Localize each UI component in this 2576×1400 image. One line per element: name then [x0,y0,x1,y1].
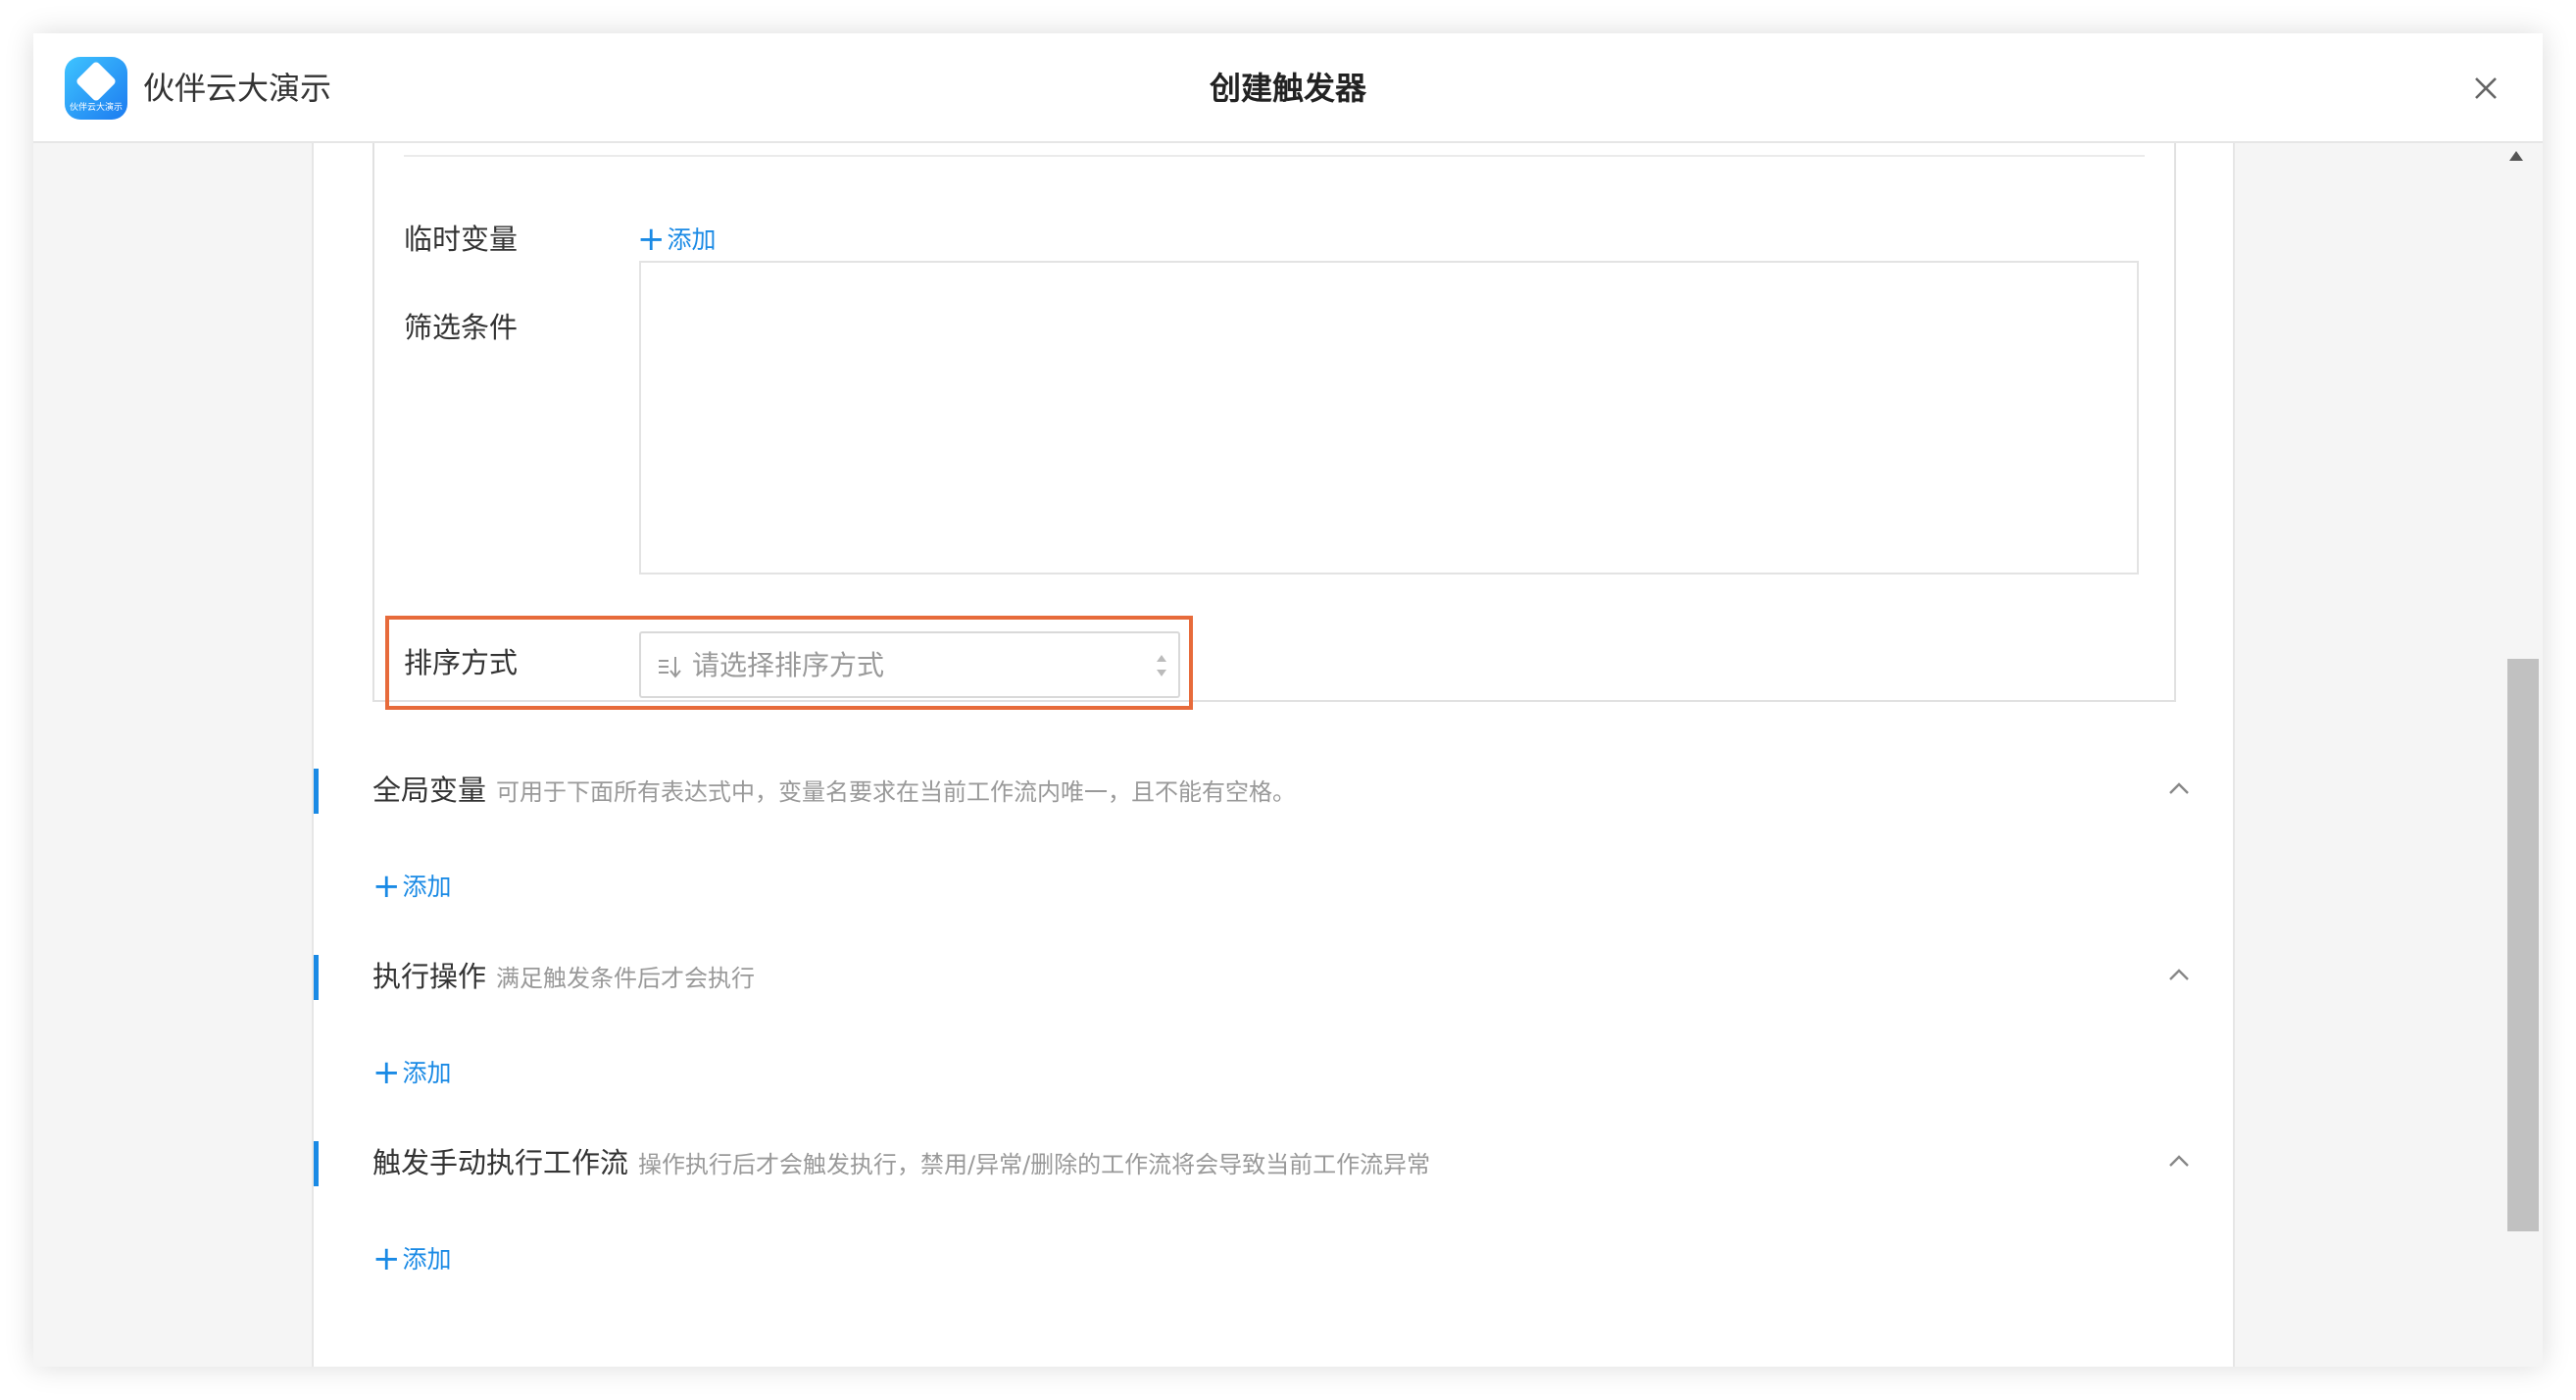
temp-var-label: 临时变量 [404,223,519,256]
add-workflow-button[interactable]: +添加 [372,1241,452,1277]
condition-label: 筛选条件 [404,311,519,344]
add-global-variable-button[interactable]: +添加 [372,869,452,905]
section-marker [314,1141,319,1186]
select-arrows-icon [1157,655,1166,676]
plus-icon: + [372,867,401,906]
plus-icon: + [637,220,666,259]
scrollbar-thumb[interactable] [2507,659,2539,1231]
section-title: 执行操作 [372,960,487,993]
add-action-label: 添加 [402,1059,452,1087]
add-temp-var-label: 添加 [667,225,717,254]
section-title: 全局变量 [372,774,487,807]
sort-select[interactable]: 请选择排序方式 [639,631,1180,698]
close-button[interactable] [2466,69,2505,108]
plus-icon: + [372,1053,401,1092]
section-description: 满足触发条件后才会执行 [496,965,756,992]
section-global-variables: 全局变量 可用于下面所有表达式中，变量名要求在当前工作流内唯一，且不能有空格。 [314,761,2233,820]
sort-label: 排序方式 [404,646,519,679]
section-manual-workflow: 触发手动执行工作流 操作执行后才会触发执行，禁用/异常/删除的工作流将会导致当前工… [314,1133,2233,1192]
dialog-window: 伙伴云大演示 伙伴云大演示 创建触发器 临时变量 +添加 筛选条件 排序方式 请… [33,33,2543,1367]
section-description: 可用于下面所有表达式中，变量名要求在当前工作流内唯一，且不能有空格。 [496,778,1297,806]
sort-icon [659,657,681,678]
section-marker [314,955,319,1000]
chevron-up-icon[interactable] [2166,778,2192,798]
condition-editor[interactable] [639,261,2139,575]
section-header: 触发手动执行工作流 操作执行后才会触发执行，禁用/异常/删除的工作流将会导致当前工… [372,1143,1430,1184]
section-actions: 执行操作 满足触发条件后才会执行 [314,947,2233,1006]
chevron-up-icon[interactable] [2166,1151,2192,1171]
dialog-content: 临时变量 +添加 筛选条件 排序方式 请选择排序方式 全局变量 可用于下面所有表… [312,143,2235,1367]
add-temp-var-button[interactable]: +添加 [637,222,717,258]
section-header: 全局变量 可用于下面所有表达式中，变量名要求在当前工作流内唯一，且不能有空格。 [372,771,1296,812]
close-icon[interactable] [2466,69,2505,108]
section-title: 触发手动执行工作流 [372,1146,629,1179]
add-action-button[interactable]: +添加 [372,1055,452,1091]
dialog-title: 创建触发器 [1209,70,1366,107]
add-global-variable-label: 添加 [402,873,452,901]
section-description: 操作执行后才会触发执行，禁用/异常/删除的工作流将会导致当前工作流异常 [638,1151,1431,1178]
section-header: 执行操作 满足触发条件后才会执行 [372,957,755,998]
sort-placeholder: 请选择排序方式 [692,649,885,681]
dialog-header: 伙伴云大演示 伙伴云大演示 创建触发器 [33,33,2543,143]
divider [404,155,2145,157]
scroll-up-arrow[interactable] [2509,151,2523,161]
plus-icon: + [372,1239,401,1278]
filter-panel: 临时变量 +添加 筛选条件 排序方式 请选择排序方式 [372,143,2176,710]
chevron-up-icon[interactable] [2166,965,2192,984]
add-workflow-label: 添加 [402,1245,452,1274]
section-marker [314,769,319,814]
